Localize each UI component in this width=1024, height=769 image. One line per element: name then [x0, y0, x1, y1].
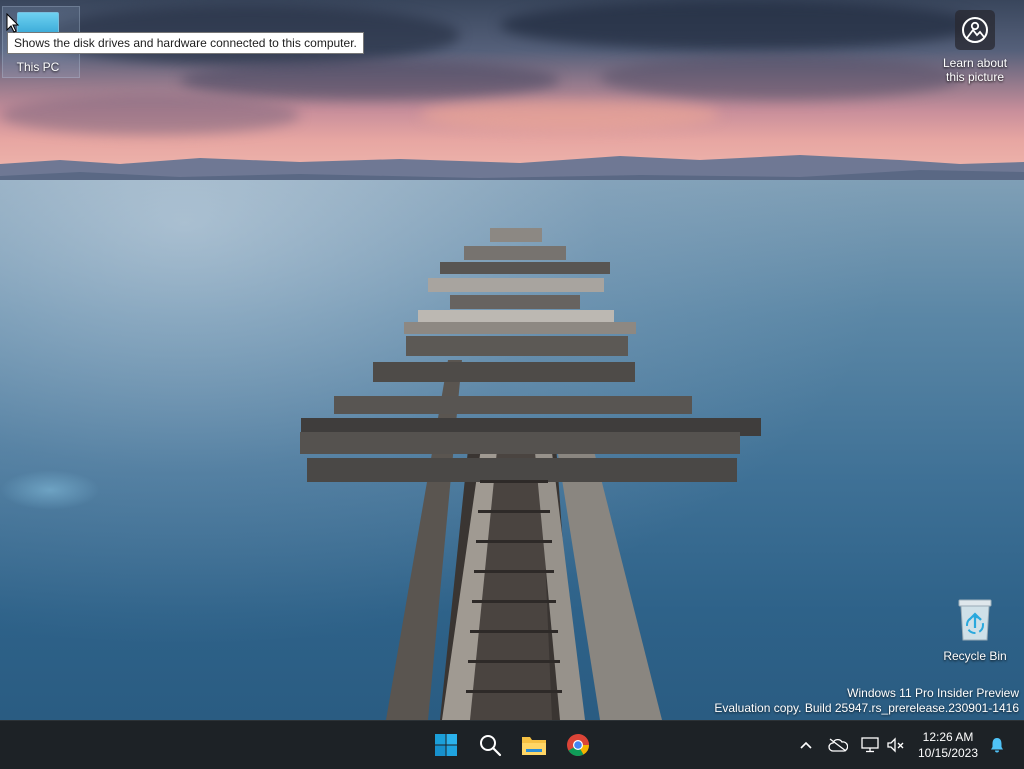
- clock-time: 12:26 AM: [922, 730, 974, 744]
- learn-label-line2: this picture: [945, 70, 1005, 84]
- volume-button[interactable]: [884, 721, 908, 769]
- chrome-button[interactable]: [560, 727, 596, 763]
- network-icon: [861, 737, 879, 753]
- mouse-cursor-icon: [6, 13, 20, 33]
- desktop-icon-label: This PC: [16, 60, 60, 74]
- windows-watermark: Windows 11 Pro Insider Preview Evaluatio…: [714, 686, 1019, 716]
- learn-icon-box: [955, 10, 995, 50]
- volume-muted-icon: [887, 737, 904, 753]
- watermark-edition: Windows 11 Pro Insider Preview: [847, 686, 1019, 700]
- wooden-pier: [300, 228, 761, 720]
- desktop-wallpaper: [0, 0, 1024, 720]
- search-button[interactable]: [472, 727, 508, 763]
- file-explorer-icon: [522, 737, 546, 755]
- clock-button[interactable]: 12:26 AM 10/15/2023: [912, 729, 984, 761]
- windows-start-icon: [435, 734, 457, 756]
- chrome-icon: [567, 734, 589, 756]
- learn-label-line1: Learn about: [942, 56, 1008, 70]
- chevron-up-icon: [800, 741, 812, 749]
- clock-date: 10/15/2023: [917, 746, 979, 760]
- notifications-button[interactable]: [986, 721, 1008, 769]
- bell-icon: [991, 738, 1003, 753]
- tooltip: Shows the disk drives and hardware conne…: [7, 32, 364, 54]
- watermark-build: Evaluation copy. Build 25947.rs_prerelea…: [714, 701, 1019, 715]
- camera-lens-icon: [962, 17, 988, 43]
- cloud-offline-icon: [828, 738, 848, 752]
- file-explorer-button[interactable]: [516, 727, 552, 763]
- onedrive-button[interactable]: [826, 721, 850, 769]
- recycle-bin-icon: [958, 599, 992, 641]
- show-hidden-icons-button[interactable]: [796, 721, 816, 769]
- desktop-icon-label: Recycle Bin: [943, 649, 1007, 663]
- network-button[interactable]: [858, 721, 882, 769]
- learn-about-picture-button[interactable]: Learn about this picture: [936, 10, 1014, 84]
- search-icon: [480, 735, 502, 757]
- start-button[interactable]: [428, 727, 464, 763]
- taskbar: 12:26 AM 10/15/2023: [0, 720, 1024, 769]
- desktop-icon-recycle-bin[interactable]: Recycle Bin: [939, 598, 1011, 663]
